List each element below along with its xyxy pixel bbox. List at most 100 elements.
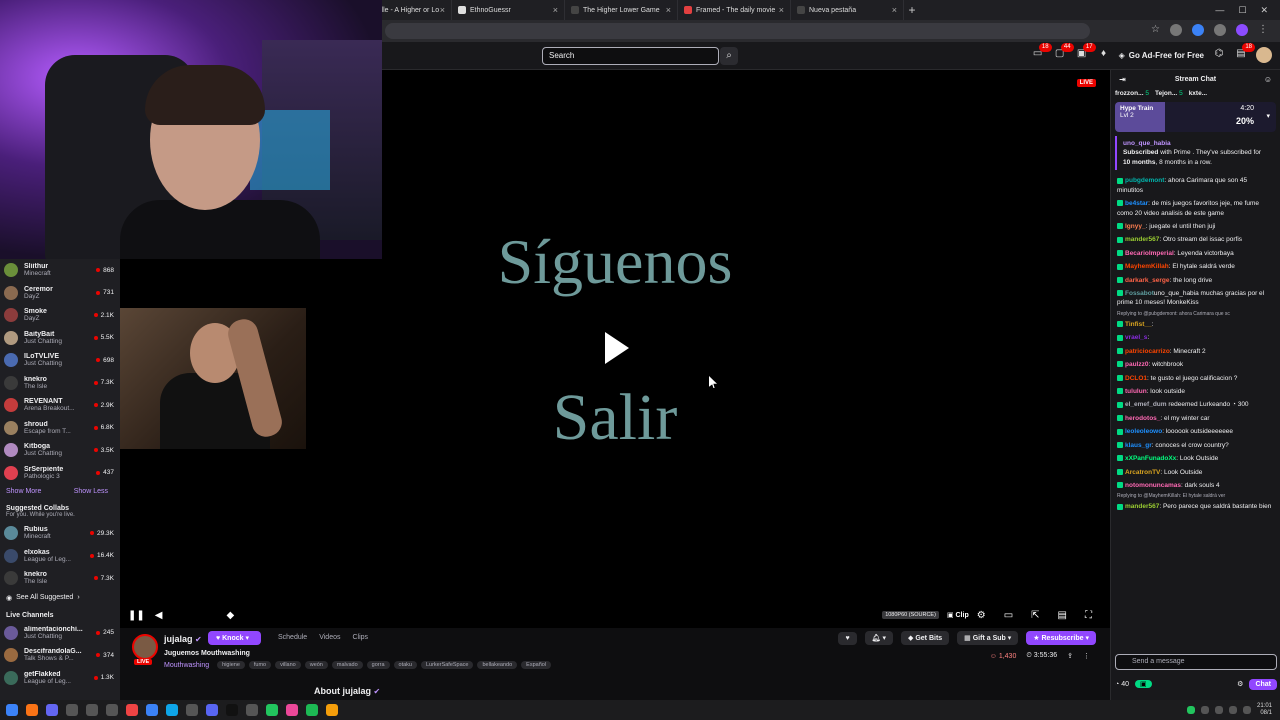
- sidebar-channel[interactable]: ILoTVLIVE Just Chatting 698: [0, 349, 120, 372]
- show-less-link[interactable]: Show Less: [74, 488, 108, 495]
- volume-icon[interactable]: ◀: [155, 610, 163, 621]
- chat-username[interactable]: mander567: [1125, 236, 1159, 243]
- whisper-icon[interactable]: ▢ 44: [1053, 43, 1074, 62]
- clip-button[interactable]: ▣ Clip: [947, 611, 969, 619]
- crown-icon[interactable]: ♦: [1097, 48, 1111, 62]
- chat-username[interactable]: Fossabot: [1125, 290, 1154, 297]
- star-icon[interactable]: ☆: [1151, 24, 1160, 36]
- whisper-badge-icon[interactable]: ▤ 18: [1234, 43, 1255, 62]
- chat-username[interactable]: DCLO1: [1125, 375, 1147, 382]
- collapse-chat-icon[interactable]: ⇥: [1119, 75, 1126, 84]
- spotify-icon[interactable]: [306, 704, 318, 716]
- stream-tag[interactable]: otaku: [393, 661, 417, 669]
- stream-tag[interactable]: villano: [275, 661, 301, 669]
- quality-badge[interactable]: 1080P60 (SOURCE): [882, 611, 939, 619]
- new-tab-button[interactable]: +: [904, 3, 920, 17]
- chat-username[interactable]: be4star: [1125, 200, 1148, 207]
- stream-tag[interactable]: fumo: [248, 661, 272, 669]
- sidebar-channel[interactable]: DescifrandoIaG... Talk Shows & P... 374: [0, 644, 120, 667]
- bell-icon[interactable]: ▣ 17: [1075, 43, 1096, 62]
- sidebar-channel[interactable]: elxokas League of Leg... 16.4K: [0, 545, 120, 568]
- extension-overlay-icon[interactable]: ◆: [226, 610, 234, 621]
- chat-settings-icon[interactable]: ⚙: [1237, 680, 1243, 688]
- sidebar-channel[interactable]: Sliithur Minecraft 868: [0, 259, 120, 282]
- game-link[interactable]: Mouthwashing: [164, 662, 209, 669]
- app-icon[interactable]: [266, 704, 278, 716]
- community-icon[interactable]: ☺: [1264, 75, 1272, 84]
- sidebar-channel[interactable]: Kitboga Just Chatting 3.5K: [0, 439, 120, 462]
- sidebar-channel[interactable]: BaityBait Just Chatting 5.5K: [0, 327, 120, 350]
- channel-link-schedule[interactable]: Schedule: [278, 634, 307, 641]
- tray-icon[interactable]: [1214, 706, 1223, 714]
- chat-username[interactable]: Tinfist__: [1125, 321, 1152, 328]
- stream-tag[interactable]: Español: [521, 661, 552, 669]
- app-icon[interactable]: [286, 704, 298, 716]
- sidebar-channel[interactable]: Rubius Minecraft 29.3K: [0, 522, 120, 545]
- address-bar[interactable]: [385, 23, 1090, 39]
- chat-username[interactable]: mander567: [1125, 503, 1159, 510]
- menu-dots-icon[interactable]: ⋮: [1258, 24, 1268, 36]
- wifi-icon[interactable]: [1228, 706, 1237, 714]
- search-input[interactable]: Search: [542, 47, 719, 65]
- show-more-link[interactable]: Show More: [6, 488, 41, 495]
- leaderboard-entry[interactable]: Tejon... 5: [1155, 90, 1183, 97]
- chat-username[interactable]: xXPanFunadoXx: [1125, 455, 1176, 462]
- leaderboard-entry[interactable]: kxte...: [1189, 90, 1207, 97]
- channel-name[interactable]: jujalag ✔: [164, 634, 202, 644]
- app-icon[interactable]: [86, 704, 98, 716]
- sub-username[interactable]: uno_que_habia: [1123, 139, 1270, 148]
- close-window-icon[interactable]: ✕: [1260, 5, 1268, 16]
- puzzle-icon[interactable]: [1214, 24, 1226, 36]
- sidebar-channel[interactable]: getFlakked League of Leg... 1.3K: [0, 667, 120, 690]
- sidebar-channel[interactable]: knekro The Isle 7.3K: [0, 372, 120, 395]
- inbox-icon[interactable]: ▭ 18: [1031, 43, 1052, 62]
- browser-tab[interactable]: EthnoGuessr ×: [452, 0, 565, 20]
- app-icon[interactable]: [166, 704, 178, 716]
- hype-train-banner[interactable]: Hype Train Lvl 2 4:20 20% ▾: [1115, 102, 1276, 132]
- see-all-suggested-button[interactable]: ◉ See All Suggested ›: [0, 590, 120, 606]
- app-icon[interactable]: [46, 704, 58, 716]
- windows-start-icon[interactable]: [6, 704, 18, 716]
- chat-username[interactable]: herodotos_: [1125, 415, 1160, 422]
- volume-icon[interactable]: [1242, 706, 1251, 714]
- ad-free-button[interactable]: ◈ Go Ad-Free for Free: [1119, 51, 1204, 60]
- search-icon[interactable]: [26, 704, 38, 716]
- chat-username[interactable]: klaus_gr: [1125, 442, 1152, 449]
- tab-close-icon[interactable]: ×: [666, 5, 671, 15]
- chat-send-button[interactable]: Chat: [1249, 678, 1277, 690]
- maximize-icon[interactable]: ☐: [1238, 5, 1246, 16]
- chat-username[interactable]: BecarioImperial: [1125, 250, 1174, 257]
- popout-icon[interactable]: ⇱: [1031, 610, 1039, 621]
- stream-tag[interactable]: malvado: [331, 661, 363, 669]
- notification-toggle-icon[interactable]: 🔔︎ ▾: [864, 631, 893, 645]
- chat-username[interactable]: vrael_s: [1125, 334, 1147, 341]
- extension-icon[interactable]: [1170, 24, 1182, 36]
- play-icon[interactable]: [605, 332, 629, 364]
- tray-icon[interactable]: [1186, 706, 1195, 714]
- tab-close-icon[interactable]: ×: [553, 5, 558, 15]
- tab-close-icon[interactable]: ×: [440, 5, 445, 15]
- resubscribe-button[interactable]: ★ Resubscribe ▾: [1026, 631, 1096, 645]
- tab-close-icon[interactable]: ×: [779, 5, 784, 15]
- chrome-icon[interactable]: [326, 704, 338, 716]
- channel-link-clips[interactable]: Clips: [352, 634, 368, 641]
- knock-button[interactable]: ♥ Knock ▾: [208, 631, 261, 645]
- chat-username[interactable]: el_emef_dum: [1125, 401, 1167, 408]
- share-icon[interactable]: ⇪: [1067, 652, 1073, 660]
- sidebar-channel[interactable]: Ceremor DayZ 731: [0, 282, 120, 305]
- sidebar-channel[interactable]: shroud Escape from T... 6.8K: [0, 417, 120, 440]
- user-avatar[interactable]: [1256, 47, 1272, 63]
- app-icon[interactable]: [146, 704, 158, 716]
- chat-username[interactable]: pubgdemont: [1125, 177, 1164, 184]
- pause-icon[interactable]: ❚❚: [128, 610, 145, 621]
- chat-username[interactable]: notomonuncamas: [1125, 482, 1181, 489]
- more-options-icon[interactable]: ⋮: [1083, 652, 1090, 660]
- stream-tag[interactable]: bellakeando: [477, 661, 518, 669]
- chevron-down-icon[interactable]: ▾: [1266, 112, 1270, 120]
- app-icon[interactable]: [246, 704, 258, 716]
- sidebar-channel[interactable]: Smoke DayZ 2.1K: [0, 304, 120, 327]
- sidebar-channel[interactable]: REVENANT Arena Breakout... 2.9K: [0, 394, 120, 417]
- chat-username[interactable]: paulzz0: [1125, 361, 1148, 368]
- chat-username[interactable]: darkark_serge: [1125, 277, 1169, 284]
- discord-icon[interactable]: [206, 704, 218, 716]
